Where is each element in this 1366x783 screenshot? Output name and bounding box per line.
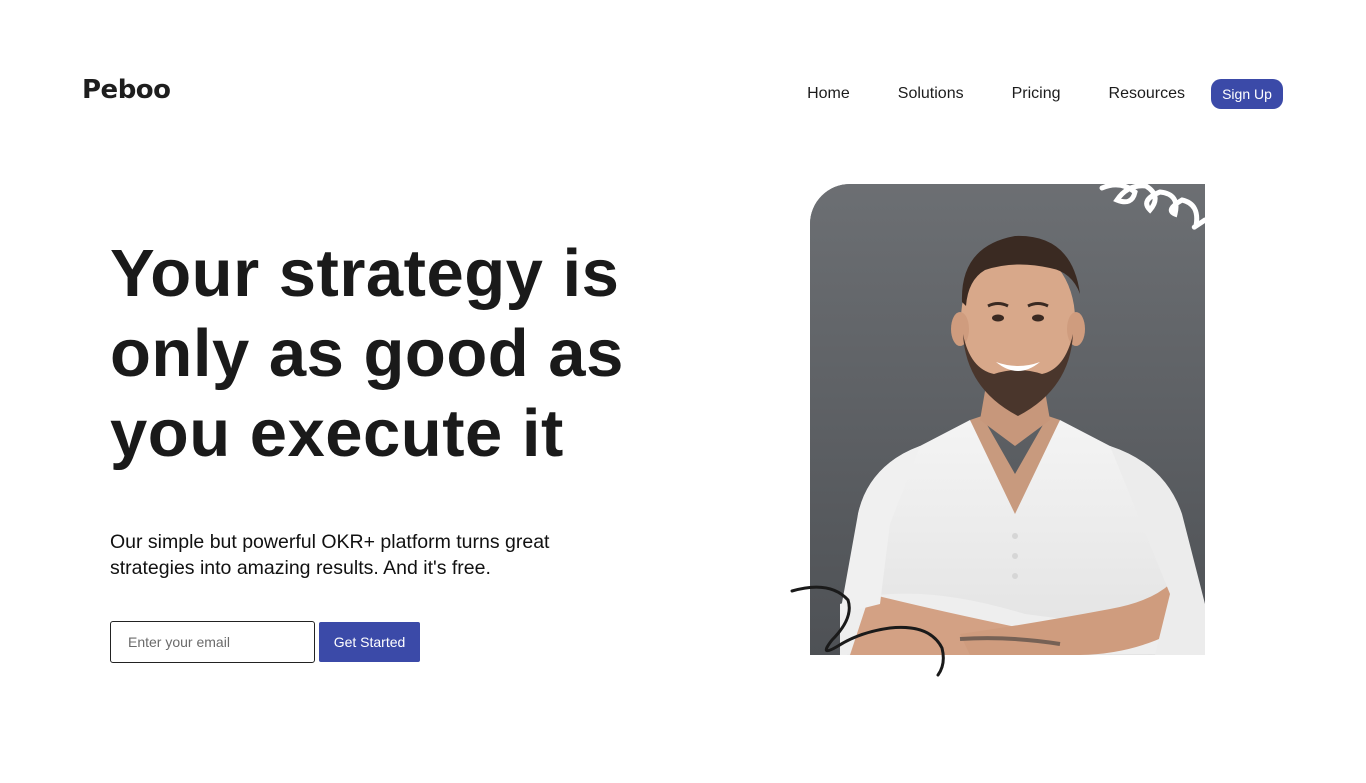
- get-started-button[interactable]: Get Started: [319, 622, 420, 662]
- nav-home[interactable]: Home: [807, 79, 850, 109]
- email-input[interactable]: [110, 621, 315, 663]
- hero-photo: [810, 184, 1205, 655]
- hero-subtitle: Our simple but powerful OKR+ platform tu…: [110, 531, 550, 579]
- hero-title: Your strategy is only as good as you exe…: [110, 236, 624, 471]
- brand-logo[interactable]: Peboo: [82, 75, 171, 105]
- email-signup-form: Get Started: [110, 621, 420, 663]
- nav-solutions[interactable]: Solutions: [898, 79, 964, 109]
- man-portrait-illustration: [810, 184, 1205, 655]
- landing-page: Peboo Home Solutions Pricing Resources S…: [0, 0, 1366, 783]
- nav-resources[interactable]: Resources: [1109, 79, 1185, 109]
- sign-up-button[interactable]: Sign Up: [1211, 79, 1283, 109]
- nav-pricing[interactable]: Pricing: [1012, 79, 1061, 109]
- main-nav: Home Solutions Pricing Resources Sign Up: [807, 79, 1283, 109]
